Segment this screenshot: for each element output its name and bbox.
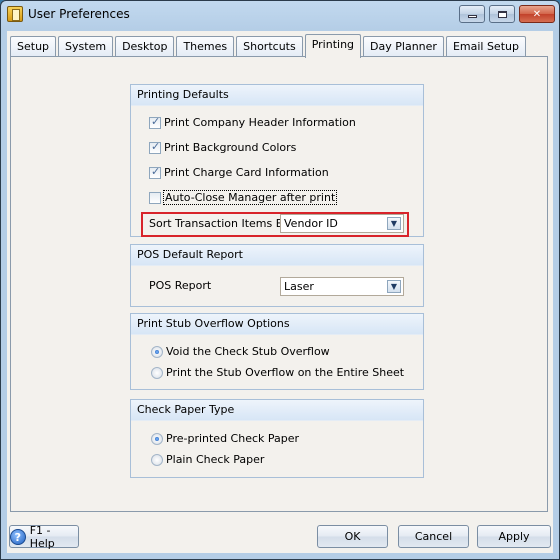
user-preferences-window: User Preferences ✕ Setup System Desktop … xyxy=(0,0,560,560)
tab-system[interactable]: System xyxy=(58,36,114,57)
group-header: Check Paper Type xyxy=(131,400,423,421)
minimize-icon xyxy=(467,15,477,18)
tab-shortcuts[interactable]: Shortcuts xyxy=(236,36,303,57)
checkbox-label: Print Company Header Information xyxy=(164,116,356,129)
checkbox-label: Print Charge Card Information xyxy=(164,166,329,179)
group-header: POS Default Report xyxy=(131,245,423,266)
print-stub-entire-sheet-radio[interactable] xyxy=(151,366,163,379)
tab-strip: Setup System Desktop Themes Shortcuts Pr… xyxy=(10,34,528,58)
tab-email-setup[interactable]: Email Setup xyxy=(445,36,526,57)
printing-defaults-group: Printing Defaults Print Company Header I… xyxy=(130,84,424,237)
void-stub-overflow-radio[interactable] xyxy=(151,345,163,358)
tab-desktop[interactable]: Desktop xyxy=(115,36,175,57)
pos-report-label: POS Report xyxy=(149,279,212,292)
pre-printed-paper-radio[interactable] xyxy=(151,432,163,445)
checkbox-row[interactable]: Auto-Close Manager after print xyxy=(149,190,338,205)
pos-default-report-group: POS Default Report POS Report Laser ▼ xyxy=(130,244,424,307)
ok-button[interactable]: OK xyxy=(317,525,388,548)
dialog-client-area: Setup System Desktop Themes Shortcuts Pr… xyxy=(7,31,553,553)
checkbox-label: Print Background Colors xyxy=(164,141,297,154)
title-bar[interactable]: User Preferences ✕ xyxy=(1,1,559,29)
radio-label: Print the Stub Overflow on the Entire Sh… xyxy=(166,366,405,379)
group-header: Print Stub Overflow Options xyxy=(131,314,423,335)
help-label: F1 - Help xyxy=(29,523,55,550)
plain-paper-radio[interactable] xyxy=(151,453,163,466)
tab-printing[interactable]: Printing xyxy=(304,34,362,58)
sort-transaction-select[interactable]: Vendor ID ▼ xyxy=(280,214,404,233)
maximize-icon xyxy=(497,10,507,18)
sort-transaction-label: Sort Transaction Items By xyxy=(149,217,290,230)
checkbox-row[interactable]: Print Charge Card Information xyxy=(149,165,329,179)
radio-label: Pre-printed Check Paper xyxy=(166,432,300,445)
app-folder-icon xyxy=(7,6,23,22)
auto-close-manager-checkbox[interactable] xyxy=(149,191,161,204)
chevron-down-icon[interactable]: ▼ xyxy=(387,280,401,293)
cancel-button[interactable]: Cancel xyxy=(398,525,469,548)
radio-row[interactable]: Void the Check Stub Overflow xyxy=(151,345,330,358)
radio-label: Void the Check Stub Overflow xyxy=(166,345,330,358)
tab-themes[interactable]: Themes xyxy=(176,36,235,57)
checkbox-row[interactable]: Print Company Header Information xyxy=(149,115,356,129)
window-title: User Preferences xyxy=(28,7,130,21)
chevron-down-icon[interactable]: ▼ xyxy=(387,217,401,230)
radio-row[interactable]: Pre-printed Check Paper xyxy=(151,432,299,445)
help-question-icon: ? xyxy=(10,528,26,545)
print-background-colors-checkbox[interactable] xyxy=(149,140,161,154)
print-charge-card-checkbox[interactable] xyxy=(149,165,161,179)
stub-overflow-group: Print Stub Overflow Options Void the Che… xyxy=(130,313,424,390)
select-value: Vendor ID xyxy=(284,217,338,230)
maximize-button[interactable] xyxy=(489,5,515,23)
radio-label: Plain Check Paper xyxy=(166,453,265,466)
help-button[interactable]: ? F1 - Help xyxy=(9,523,79,550)
close-button[interactable]: ✕ xyxy=(519,5,555,23)
select-value: Laser xyxy=(284,280,314,293)
pos-report-select[interactable]: Laser ▼ xyxy=(280,277,404,296)
checkbox-row[interactable]: Print Background Colors xyxy=(149,140,297,154)
check-paper-type-group: Check Paper Type Pre-printed Check Paper… xyxy=(130,399,424,478)
group-header: Printing Defaults xyxy=(131,85,423,106)
radio-row[interactable]: Plain Check Paper xyxy=(151,453,264,466)
apply-button[interactable]: Apply xyxy=(477,525,551,548)
tab-day-planner[interactable]: Day Planner xyxy=(363,36,444,57)
printing-tab-panel: Printing Defaults Print Company Header I… xyxy=(10,56,548,512)
close-icon: ✕ xyxy=(532,8,542,20)
radio-row[interactable]: Print the Stub Overflow on the Entire Sh… xyxy=(151,366,404,379)
print-company-header-checkbox[interactable] xyxy=(149,115,161,129)
checkbox-label: Auto-Close Manager after print xyxy=(162,190,338,205)
tab-setup[interactable]: Setup xyxy=(10,36,57,57)
minimize-button[interactable] xyxy=(459,5,485,23)
